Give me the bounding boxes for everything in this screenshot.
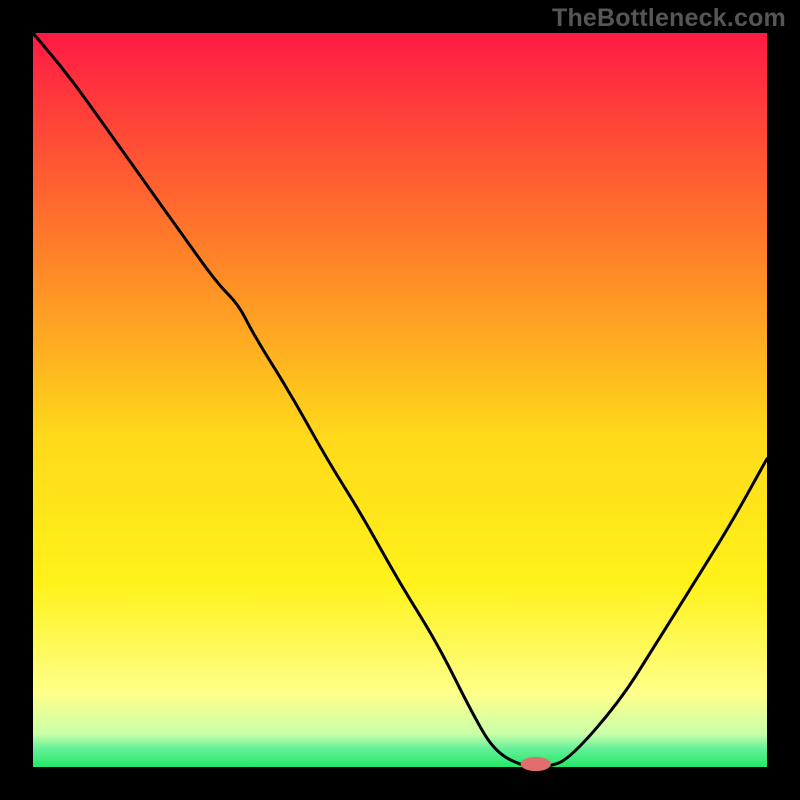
optimal-marker xyxy=(521,757,550,770)
chart-svg xyxy=(0,0,800,800)
plot-background xyxy=(33,33,767,767)
chart-frame: TheBottleneck.com xyxy=(0,0,800,800)
